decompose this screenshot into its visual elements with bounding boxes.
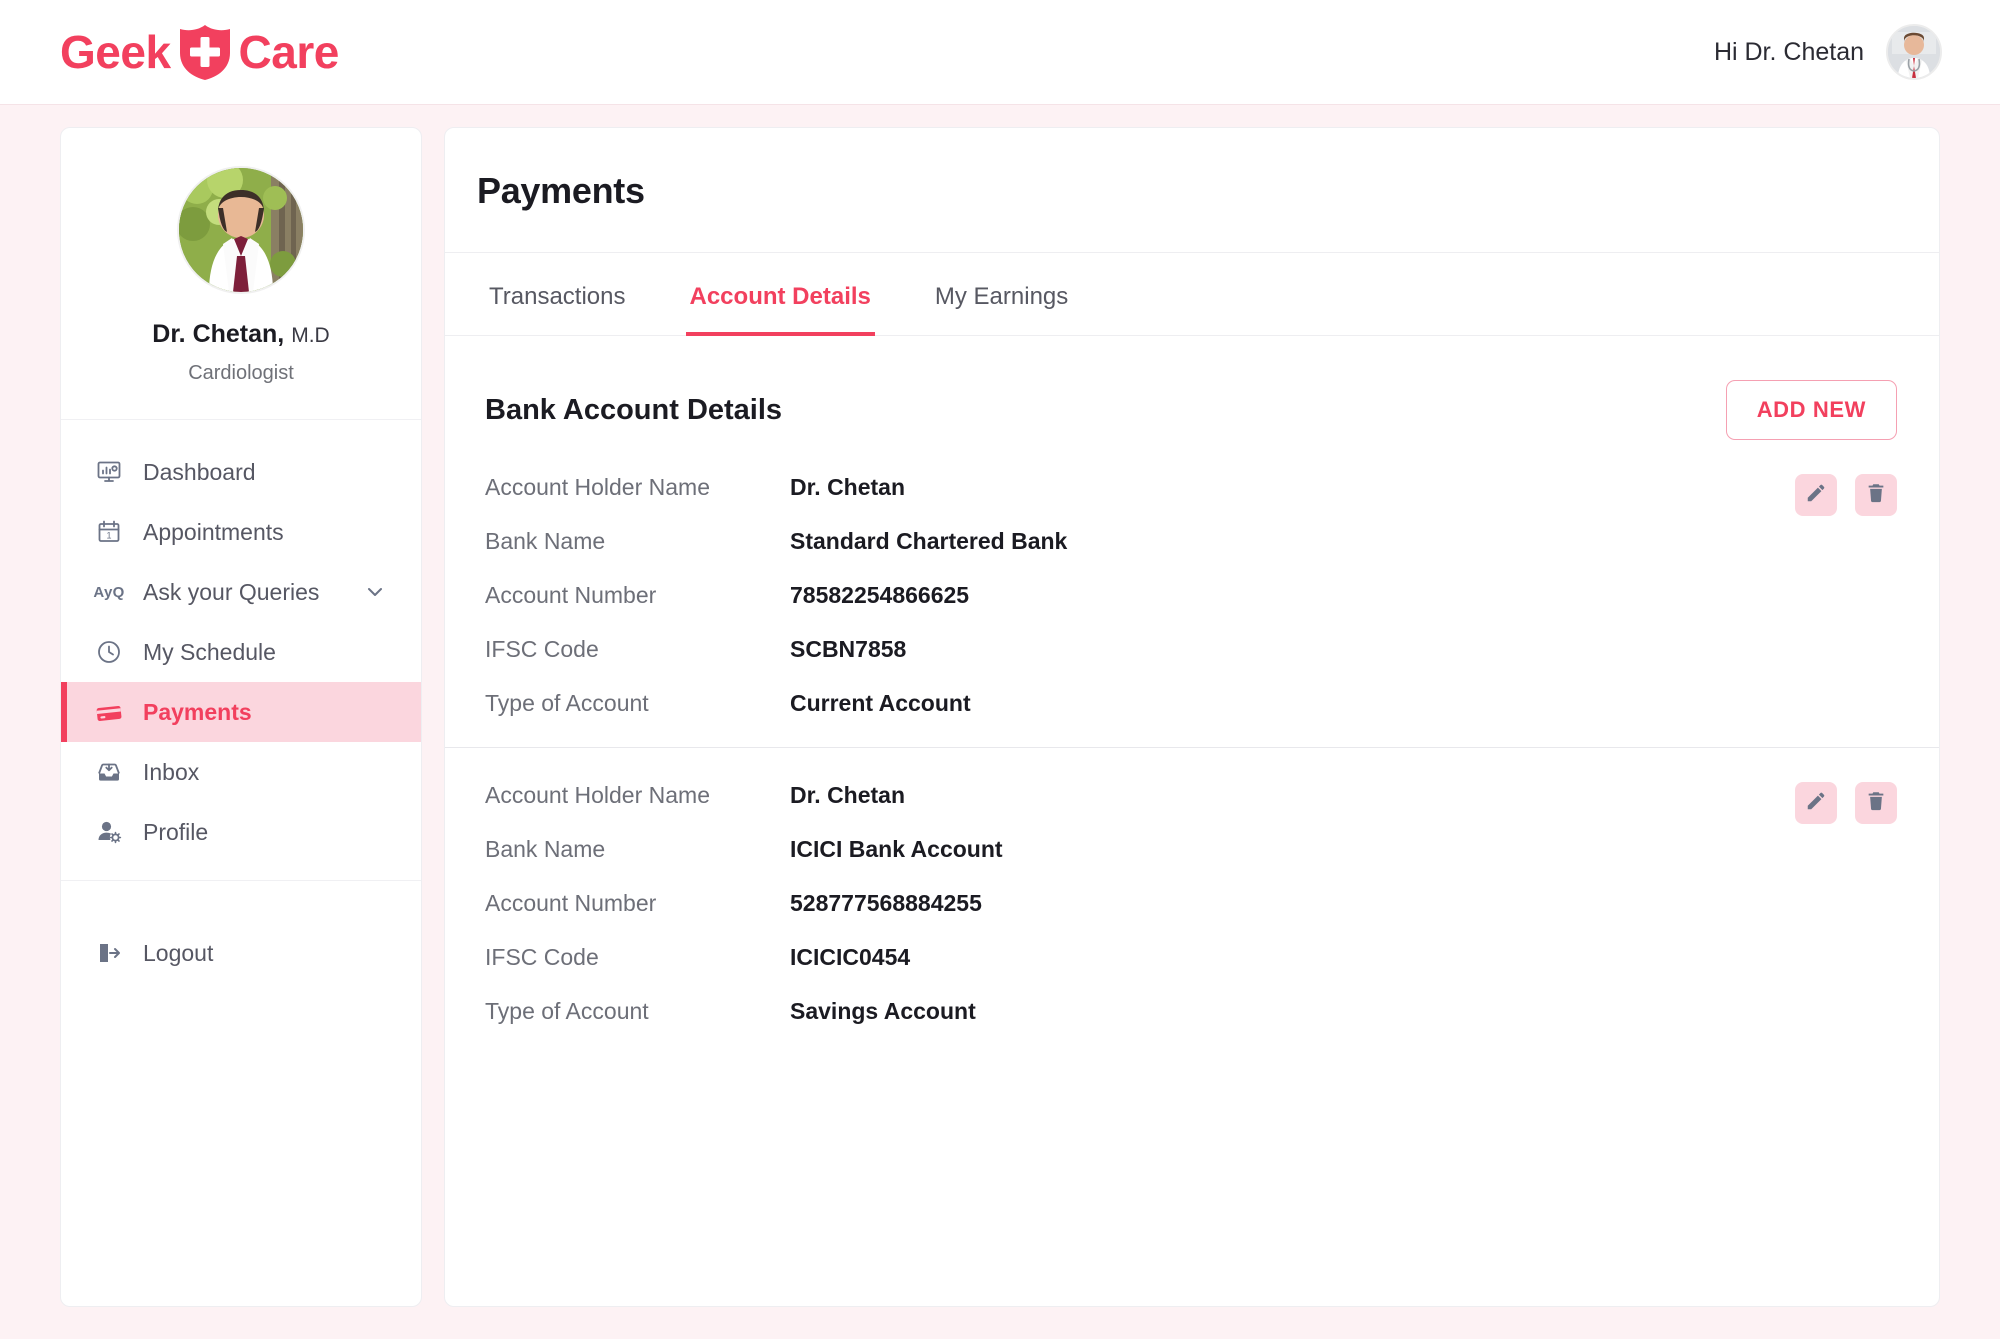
trash-delete-icon: [1865, 482, 1887, 509]
sidebar-item-label: Inbox: [143, 758, 200, 785]
field-label: Type of Account: [485, 998, 649, 1024]
sidebar-doctor-name: Dr. Chetan, M.D: [61, 320, 421, 349]
sidebar-item-label: My Schedule: [143, 638, 276, 665]
delete-account-button[interactable]: [1855, 782, 1897, 824]
brand-logo[interactable]: Geek Care: [60, 23, 339, 81]
sidebar-item-logout[interactable]: Logout: [61, 923, 421, 983]
sidebar-item-label: Dashboard: [143, 458, 256, 485]
row-actions: [1795, 474, 1897, 516]
tab-bar: Transactions Account Details My Earnings: [445, 253, 1939, 336]
field-label: Account Number: [485, 582, 657, 608]
svg-text:1: 1: [106, 531, 111, 541]
trash-delete-icon: [1865, 790, 1887, 817]
user-avatar-doctor-female: [177, 166, 305, 294]
inbox-icon: [95, 758, 123, 786]
row-actions: [1795, 782, 1897, 824]
brand-name-right: Care: [238, 26, 340, 78]
sidebar-item-label: Payments: [143, 698, 252, 725]
sidebar-item-appointments[interactable]: 1 Appointments: [61, 502, 421, 562]
sidebar-item-label: Appointments: [143, 518, 284, 545]
section-title: Bank Account Details: [485, 393, 783, 426]
sidebar: Dr. Chetan, M.D Cardiologist Dashboard 1…: [60, 127, 422, 1307]
field-row-account-holder-name: Account Holder Name Dr. Chetan: [485, 782, 1585, 809]
field-value: SCBN7858: [790, 636, 907, 662]
brand-name-left: Geek: [60, 26, 171, 78]
sidebar-item-payments[interactable]: Payments: [61, 682, 421, 742]
sidebar-item-profile[interactable]: Profile: [61, 802, 421, 862]
user-avatar-doctor-male[interactable]: [1886, 24, 1942, 80]
sidebar-item-inbox[interactable]: Inbox: [61, 742, 421, 802]
calendar-icon: 1: [95, 518, 123, 546]
shield-plus-icon: [177, 23, 233, 81]
add-new-button[interactable]: ADD NEW: [1725, 380, 1897, 440]
field-value: Dr. Chetan: [790, 782, 906, 808]
doctor-degree-text: M.D: [291, 324, 330, 347]
tab-my-earnings[interactable]: My Earnings: [931, 253, 1072, 335]
header-user[interactable]: Hi Dr. Chetan: [1714, 24, 1942, 80]
field-value: ICICIC0454: [790, 944, 911, 970]
tab-transactions[interactable]: Transactions: [485, 253, 630, 335]
doctor-name-text: Dr. Chetan,: [152, 320, 285, 348]
page-title: Payments: [445, 128, 1939, 253]
sidebar-profile: Dr. Chetan, M.D Cardiologist: [61, 128, 421, 420]
field-row-bank-name: Bank Name ICICI Bank Account: [485, 836, 1585, 863]
app-header: Geek Care Hi Dr. Chetan: [0, 0, 2000, 105]
field-label: Account Number: [485, 890, 657, 916]
sidebar-item-dashboard[interactable]: Dashboard: [61, 442, 421, 502]
sidebar-footer: Logout: [61, 880, 421, 1013]
sidebar-item-label: Ask your Queries: [143, 578, 320, 605]
field-value: Current Account: [790, 690, 971, 716]
field-value: 78582254866625: [790, 582, 970, 608]
field-value: ICICI Bank Account: [790, 836, 1003, 862]
pencil-edit-icon: [1805, 790, 1827, 817]
bank-account-card: Account Holder Name Dr. Chetan Bank Name…: [445, 440, 1939, 747]
sidebar-item-label: Profile: [143, 818, 209, 845]
field-row-bank-name: Bank Name Standard Chartered Bank: [485, 528, 1585, 555]
credit-card-icon: [95, 698, 123, 726]
sidebar-specialty: Cardiologist: [188, 362, 294, 384]
field-label: Type of Account: [485, 690, 649, 716]
page-body: Dr. Chetan, M.D Cardiologist Dashboard 1…: [0, 105, 2000, 1339]
field-value: Savings Account: [790, 998, 976, 1024]
field-label: Account Holder Name: [485, 474, 710, 500]
field-row-account-number: Account Number 528777568884255: [485, 890, 1585, 917]
sidebar-item-my-schedule[interactable]: My Schedule: [61, 622, 421, 682]
edit-account-button[interactable]: [1795, 782, 1837, 824]
bank-account-card: Account Holder Name Dr. Chetan Bank Name…: [445, 747, 1939, 1055]
monitor-chart-icon: [95, 458, 123, 486]
field-label: IFSC Code: [485, 944, 599, 970]
sidebar-item-label: Logout: [143, 939, 214, 966]
field-row-account-number: Account Number 78582254866625: [485, 582, 1585, 609]
field-value: Standard Chartered Bank: [790, 528, 1068, 554]
sidebar-item-ask-your-queries[interactable]: AyQ Ask your Queries: [61, 562, 421, 622]
delete-account-button[interactable]: [1855, 474, 1897, 516]
clock-icon: [95, 638, 123, 666]
tab-account-details[interactable]: Account Details: [685, 253, 876, 336]
field-label: Bank Name: [485, 836, 606, 862]
field-value: 528777568884255: [790, 890, 982, 916]
field-label: Bank Name: [485, 528, 606, 554]
field-value: Dr. Chetan: [790, 474, 906, 500]
field-row-type-of-account: Type of Account Savings Account: [485, 998, 1585, 1025]
field-row-ifsc-code: IFSC Code ICICIC0454: [485, 944, 1585, 971]
section-header: Bank Account Details ADD NEW: [445, 336, 1939, 440]
field-row-ifsc-code: IFSC Code SCBN7858: [485, 636, 1585, 663]
field-label: IFSC Code: [485, 636, 599, 662]
ayq-text-icon: AyQ: [93, 583, 125, 601]
field-row-type-of-account: Type of Account Current Account: [485, 690, 1585, 717]
user-gear-icon: [95, 818, 123, 846]
field-row-account-holder-name: Account Holder Name Dr. Chetan: [485, 474, 1585, 501]
edit-account-button[interactable]: [1795, 474, 1837, 516]
main-panel: Payments Transactions Account Details My…: [444, 127, 1940, 1307]
field-label: Account Holder Name: [485, 782, 710, 808]
logout-door-icon: [95, 939, 123, 967]
greeting-text: Hi Dr. Chetan: [1713, 37, 1864, 66]
chevron-down-icon[interactable]: [363, 580, 387, 604]
sidebar-nav: Dashboard 1 Appointments AyQ Ask your Qu…: [61, 420, 421, 880]
pencil-edit-icon: [1805, 482, 1827, 509]
